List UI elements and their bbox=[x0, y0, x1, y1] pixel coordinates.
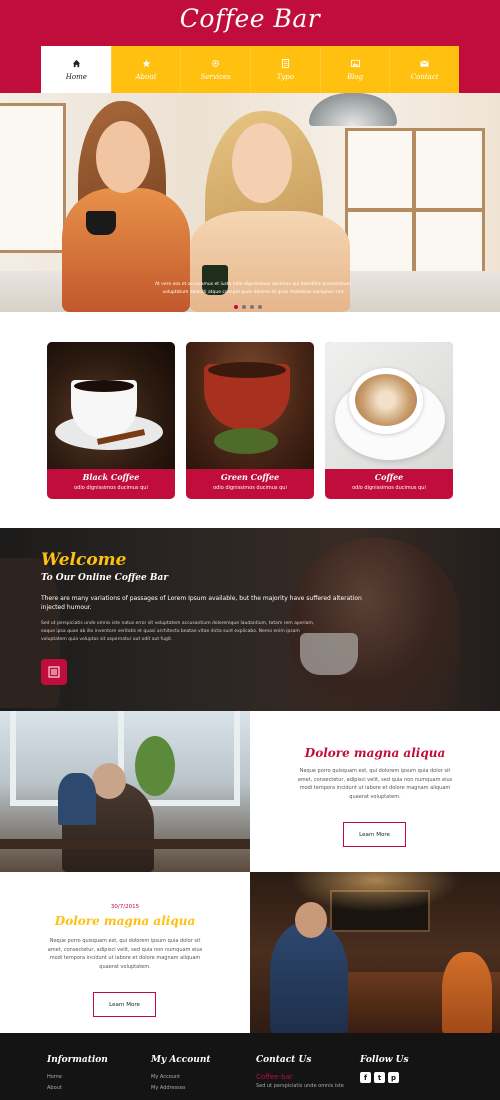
facebook-icon[interactable]: f bbox=[360, 1072, 371, 1083]
block2-date: 30/7/2015 bbox=[110, 904, 140, 910]
block2-title: Dolore magna aliqua bbox=[54, 914, 196, 928]
woman-orange bbox=[442, 952, 492, 1033]
welcome-body: Sed ut perspiciatis unde omnis iste natu… bbox=[41, 621, 315, 642]
block2-text: Neque porro quisquam est, qui dolorem ip… bbox=[47, 938, 203, 970]
footer-link-my-addresses[interactable]: My Addresses bbox=[151, 1083, 211, 1094]
learn-more-button-1[interactable]: Learn More bbox=[343, 822, 406, 847]
social-icons: f t p bbox=[360, 1072, 409, 1083]
site-logo[interactable]: Coffee Bar bbox=[0, 4, 500, 33]
footer-col-follow: Follow Us f t p bbox=[360, 1055, 409, 1083]
footer-col-contact: Contact Us Coffee-bar Sed ut perspiciati… bbox=[256, 1055, 344, 1090]
nav-label-about: About bbox=[135, 72, 157, 81]
cafe-table bbox=[0, 839, 250, 849]
block1-title: Dolore magna aliqua bbox=[304, 746, 446, 760]
product-subtitle: odio dignissimos ducimus qui bbox=[213, 485, 287, 491]
nav-item-contact[interactable]: Contact bbox=[389, 46, 459, 93]
image-icon bbox=[350, 59, 360, 67]
lamp-shade bbox=[309, 93, 397, 126]
product-subtitle: odio dignissimos ducimus qui bbox=[74, 485, 148, 491]
hero-window-left bbox=[0, 103, 66, 253]
nav-item-services[interactable]: Services bbox=[180, 46, 250, 93]
nav-label-services: Services bbox=[200, 72, 231, 81]
welcome-title: Welcome bbox=[41, 550, 127, 570]
footer-link-my-account[interactable]: My Account bbox=[151, 1072, 211, 1083]
hero-caption: At vero eos et accusamus et iusto odio d… bbox=[148, 281, 358, 297]
cappuccino-image bbox=[325, 342, 453, 469]
product-title: Coffee bbox=[374, 472, 404, 482]
footer-contact-text: Sed ut perspiciatis unde omnis iste bbox=[256, 1083, 344, 1089]
footer-link-about[interactable]: About bbox=[47, 1083, 108, 1094]
welcome-lead: There are many variations of passages of… bbox=[41, 595, 362, 611]
green-coffee-image bbox=[186, 342, 314, 469]
man-blue-shirt bbox=[270, 922, 348, 1033]
product-card-black-coffee[interactable]: Black Coffee odio dignissimos ducimus qu… bbox=[47, 342, 175, 499]
nav-label-blog: Blog bbox=[346, 72, 364, 81]
star-icon bbox=[141, 58, 151, 67]
slider-dots bbox=[234, 305, 262, 309]
list-icon bbox=[48, 666, 60, 678]
product-title: Green Coffee bbox=[220, 472, 280, 482]
footer-heading: Follow Us bbox=[360, 1055, 409, 1065]
man-head bbox=[92, 763, 126, 799]
cup-coffee bbox=[208, 362, 286, 378]
block1-text: Neque porro quisquam est, qui dolorem ip… bbox=[297, 768, 453, 800]
woman-left-face bbox=[96, 121, 150, 193]
woman-right-face bbox=[232, 123, 292, 203]
foam bbox=[355, 374, 417, 426]
site-header: Coffee Bar Home About Services Typo Blog… bbox=[0, 0, 500, 93]
twitter-icon[interactable]: t bbox=[374, 1072, 385, 1083]
leaves bbox=[214, 428, 278, 454]
person-blue bbox=[58, 773, 96, 825]
nav-label-contact: Contact bbox=[410, 72, 439, 81]
mail-icon bbox=[420, 59, 429, 67]
hero-slider: At vero eos et accusamus et iusto odio d… bbox=[0, 93, 500, 312]
product-card-green-coffee[interactable]: Green Coffee odio dignissimos ducimus qu… bbox=[186, 342, 314, 499]
home-icon bbox=[72, 59, 80, 67]
slider-dot-1[interactable] bbox=[234, 305, 238, 309]
hero-caption-line1: At vero eos et accusamus et iusto odio d… bbox=[155, 282, 351, 287]
hero-caption-line2: voluptatum deleniti atque corrupti quos … bbox=[162, 290, 344, 295]
footer-link-home[interactable]: Home bbox=[47, 1072, 108, 1083]
main-nav: Home About Services Typo Blog Contact bbox=[41, 46, 459, 93]
nav-item-about[interactable]: About bbox=[110, 46, 181, 93]
nav-label-home: Home bbox=[65, 72, 87, 81]
nav-label-typo: Typo bbox=[276, 72, 295, 81]
document-icon bbox=[281, 58, 289, 68]
learn-more-button-2[interactable]: Learn More bbox=[93, 992, 156, 1017]
nav-item-home[interactable]: Home bbox=[41, 46, 111, 93]
footer-heading: My Account bbox=[151, 1055, 211, 1065]
nav-item-typo[interactable]: Typo bbox=[250, 46, 320, 93]
slider-dot-4[interactable] bbox=[258, 305, 262, 309]
welcome-section: Welcome To Our Online Coffee Bar There a… bbox=[0, 528, 500, 711]
product-title: Black Coffee bbox=[82, 472, 140, 482]
site-footer: Information Home About My Account My Acc… bbox=[0, 1033, 500, 1100]
nav-item-blog[interactable]: Blog bbox=[319, 46, 390, 93]
slider-dot-3[interactable] bbox=[250, 305, 254, 309]
cup-coffee bbox=[74, 380, 134, 392]
coffee-mug-left bbox=[86, 211, 116, 235]
slider-dot-2[interactable] bbox=[242, 305, 246, 309]
welcome-subtitle: To Our Online Coffee Bar bbox=[41, 573, 169, 583]
footer-heading: Contact Us bbox=[256, 1055, 312, 1065]
product-subtitle: odio dignissimos ducimus qui bbox=[352, 485, 426, 491]
cafe-image-1 bbox=[0, 711, 250, 872]
black-coffee-image bbox=[47, 342, 175, 469]
footer-col-account: My Account My Account My Addresses bbox=[151, 1055, 211, 1094]
hero-window-transom bbox=[345, 208, 485, 212]
footer-col-information: Information Home About bbox=[47, 1055, 108, 1094]
gear-icon bbox=[212, 59, 220, 67]
plant bbox=[135, 736, 175, 796]
cafe-image-2 bbox=[250, 872, 500, 1033]
footer-heading: Information bbox=[47, 1055, 108, 1065]
product-card-coffee[interactable]: Coffee odio dignissimos ducimus qui bbox=[325, 342, 453, 499]
welcome-menu-button[interactable] bbox=[41, 659, 67, 685]
pinterest-icon[interactable]: p bbox=[388, 1072, 399, 1083]
footer-contact-name: Coffee-bar bbox=[256, 1073, 293, 1081]
man-head bbox=[295, 902, 327, 938]
